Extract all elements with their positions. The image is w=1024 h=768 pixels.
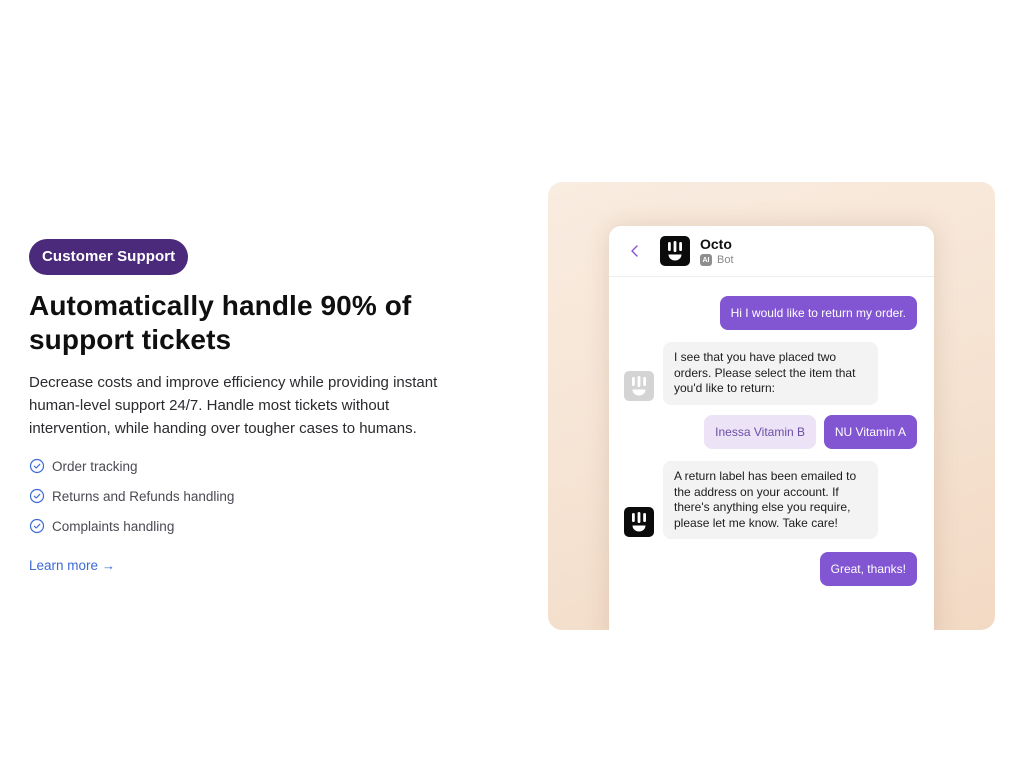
feature-list: Order tracking Returns and Refunds handl…	[29, 451, 469, 541]
headline-line-1: Automatically handle 90% of	[29, 290, 412, 321]
feature-label: Complaints handling	[52, 518, 175, 534]
feature-label: Order tracking	[52, 458, 138, 474]
bot-identity: Octo AI Bot	[700, 236, 734, 266]
user-message: Hi I would like to return my order.	[719, 296, 917, 330]
feature-item: Order tracking	[29, 451, 469, 481]
section-description: Decrease costs and improve efficiency wh…	[29, 374, 438, 437]
feature-item: Complaints handling	[29, 511, 469, 541]
octo-logo-icon	[660, 236, 690, 266]
user-message: Great, thanks!	[819, 552, 917, 586]
category-badge: Customer Support	[29, 239, 189, 275]
ai-badge: AI	[700, 254, 712, 266]
chat-preview-panel: Octo AI Bot Hi I would like to return my…	[548, 182, 995, 630]
chat-header: Octo AI Bot	[609, 226, 934, 277]
bot-message: A return label has been emailed to the a…	[663, 461, 878, 539]
feature-section: Customer Support Automatically handle 90…	[29, 239, 469, 575]
arrow-right-icon: →	[102, 558, 116, 573]
option-button[interactable]: Inessa Vitamin B	[704, 415, 816, 449]
headline-line-2: support tickets	[29, 324, 232, 355]
check-circle-icon	[29, 518, 45, 534]
bot-type-label: Bot	[717, 254, 734, 266]
check-circle-icon	[29, 488, 45, 504]
option-button-selected[interactable]: NU Vitamin A	[823, 415, 917, 449]
feature-label: Returns and Refunds handling	[52, 488, 235, 504]
bot-subtitle: AI Bot	[700, 254, 734, 266]
bot-avatar-icon	[624, 507, 654, 537]
chevron-left-icon[interactable]	[628, 244, 642, 258]
feature-item: Returns and Refunds handling	[29, 481, 469, 511]
check-circle-icon	[29, 458, 45, 474]
bot-avatar-icon	[624, 371, 654, 401]
learn-more-label: Learn more	[29, 558, 99, 573]
learn-more-link[interactable]: Learn more →	[29, 558, 115, 573]
chat-window: Octo AI Bot Hi I would like to return my…	[609, 226, 934, 630]
section-headline: Automatically handle 90% of support tick…	[29, 289, 469, 357]
bot-name: Octo	[700, 236, 732, 252]
bot-message: I see that you have placed two orders. P…	[663, 342, 878, 405]
